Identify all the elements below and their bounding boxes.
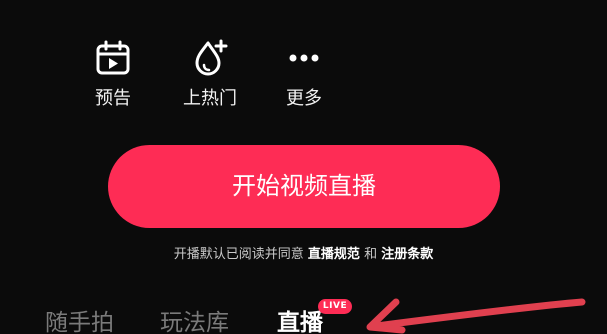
calendar-play-icon <box>96 40 130 75</box>
promote-tool-button[interactable]: 上热门 <box>170 38 250 118</box>
live-badge: LIVE <box>318 299 352 314</box>
agreement-connector: 和 <box>364 247 378 262</box>
live-rules-link[interactable]: 直播规范 <box>308 247 360 262</box>
promote-tool-label: 上热门 <box>183 88 237 109</box>
live-setup-screen: 预告 上热门 更多 开始视频直播 开播默认已阅读并同意 直播规范 和 注册条款 … <box>0 0 607 334</box>
preview-tool-label: 预告 <box>95 88 131 109</box>
more-dots-icon <box>289 54 319 62</box>
more-tool-button[interactable]: 更多 <box>264 38 344 118</box>
annotation-arrow-icon <box>366 298 586 334</box>
start-video-live-button[interactable]: 开始视频直播 <box>108 145 500 228</box>
agreement-prefix: 开播默认已阅读并同意 <box>173 247 304 262</box>
terms-link[interactable]: 注册条款 <box>381 247 433 262</box>
more-tool-label: 更多 <box>286 88 322 109</box>
flame-plus-icon <box>195 39 228 76</box>
tab-snapshot[interactable]: 随手拍 <box>45 306 114 334</box>
preview-tool-button[interactable]: 预告 <box>73 38 153 118</box>
agreement-notice: 开播默认已阅读并同意 直播规范 和 注册条款 <box>0 245 607 265</box>
tab-effects-library[interactable]: 玩法库 <box>160 306 229 334</box>
tab-live[interactable]: 直播 <box>277 306 323 334</box>
